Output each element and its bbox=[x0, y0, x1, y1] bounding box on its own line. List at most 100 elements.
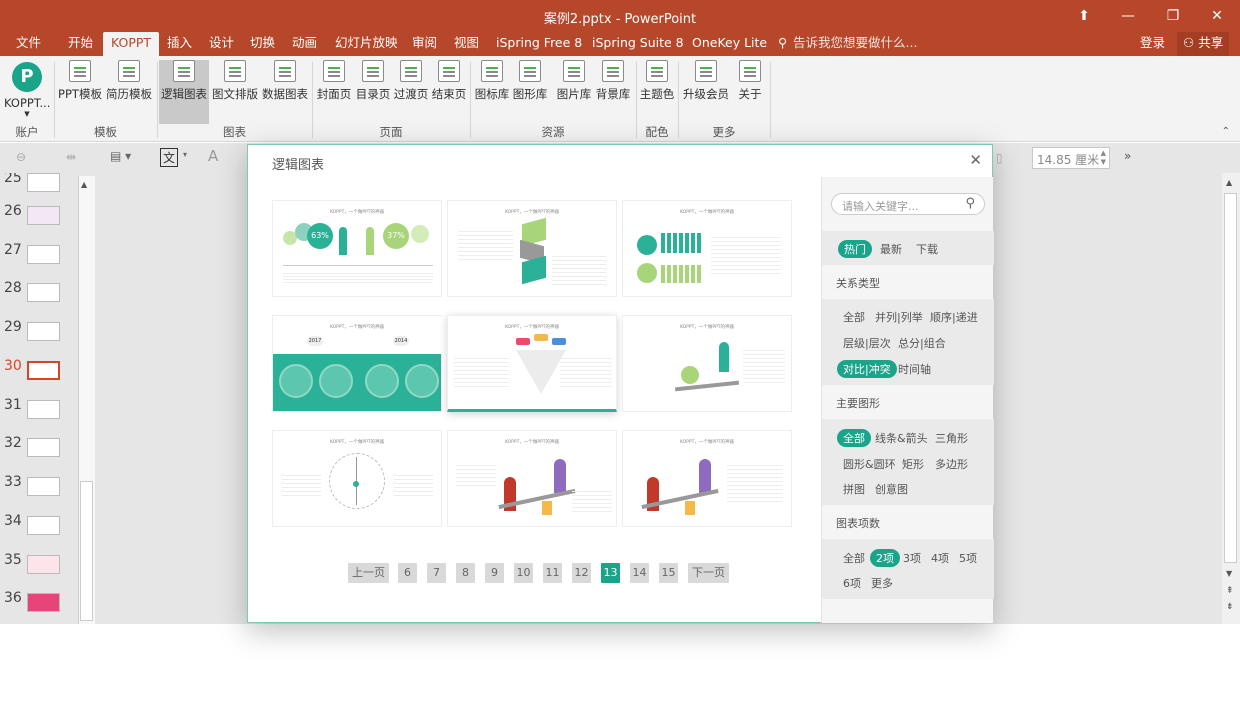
template-card[interactable]: KOPPT，一个做PPT的神器 bbox=[272, 430, 442, 527]
scroll-down-icon[interactable]: ▼ bbox=[1226, 569, 1232, 578]
shape-all[interactable]: 全部 bbox=[837, 429, 871, 447]
transition-page-button[interactable]: 过渡页 bbox=[392, 60, 430, 118]
layout-select-icon[interactable]: ▤ ▾ bbox=[110, 149, 131, 163]
lock-icon[interactable]: ⊖ bbox=[16, 150, 26, 164]
template-card[interactable]: KOPPT，一个做PPT的神器 bbox=[622, 200, 792, 297]
theme-color-button[interactable]: 主题色 bbox=[638, 60, 676, 118]
relation-sequence[interactable]: 顺序|递进 bbox=[930, 309, 978, 325]
end-page-button[interactable]: 结束页 bbox=[430, 60, 468, 118]
collapse-ribbon-icon[interactable]: ⌃ bbox=[1222, 126, 1230, 137]
tab-transitions[interactable]: 切换 bbox=[250, 32, 275, 56]
upgrade-member-button[interactable]: 升级会员 bbox=[681, 60, 731, 118]
shape-library-button[interactable]: 图形库 bbox=[511, 60, 549, 118]
shape-line-arrow[interactable]: 线条&箭头 bbox=[875, 430, 928, 446]
ribbon-display-icon[interactable]: ⬆ bbox=[1071, 4, 1097, 28]
shape-triangle[interactable]: 三角形 bbox=[935, 430, 968, 446]
sort-download[interactable]: 下载 bbox=[916, 241, 938, 257]
tab-file[interactable]: 文件 bbox=[16, 32, 41, 56]
scroll-thumb[interactable] bbox=[80, 481, 93, 621]
font-color-icon[interactable]: A bbox=[208, 147, 218, 165]
template-card-hover[interactable]: KOPPT，一个做PPT的神器 bbox=[447, 315, 617, 412]
template-card[interactable]: KOPPT，一个做PPT的神器 bbox=[447, 200, 617, 297]
next-slide-icon[interactable]: ⇟ bbox=[1226, 602, 1234, 612]
prev-slide-icon[interactable]: ⇞ bbox=[1226, 586, 1234, 596]
next-page-button[interactable]: 下一页 bbox=[688, 563, 729, 583]
relation-timeline[interactable]: 时间轴 bbox=[898, 361, 931, 377]
count-more[interactable]: 更多 bbox=[871, 575, 893, 591]
tab-home[interactable]: 开始 bbox=[68, 32, 93, 56]
relation-total[interactable]: 总分|组合 bbox=[898, 335, 946, 351]
shape-circle[interactable]: 圆形&圆环 bbox=[843, 456, 896, 472]
template-card[interactable]: KOPPT，一个做PPT的神器 2017 2014 bbox=[272, 315, 443, 412]
about-button[interactable]: 关于 bbox=[736, 60, 764, 118]
toc-page-button[interactable]: 目录页 bbox=[354, 60, 392, 118]
relation-hierarchy[interactable]: 层级|层次 bbox=[843, 335, 891, 351]
position-icon[interactable]: ▯ bbox=[996, 151, 1003, 165]
thumbnail-scrollbar[interactable]: ▲ bbox=[78, 176, 95, 624]
relation-parallel[interactable]: 并列|列举 bbox=[875, 309, 923, 325]
tab-view[interactable]: 视图 bbox=[454, 32, 479, 56]
logic-chart-button[interactable]: 逻辑图表 bbox=[159, 60, 209, 124]
image-library-button[interactable]: 图片库 bbox=[555, 60, 593, 118]
template-card[interactable]: KOPPT，一个做PPT的神器 63% 37% bbox=[272, 200, 442, 297]
page-button[interactable]: 14 bbox=[630, 563, 649, 583]
resume-template-button[interactable]: 简历模板 bbox=[105, 60, 153, 118]
sort-latest[interactable]: 最新 bbox=[880, 241, 902, 257]
layout-button[interactable]: 图文排版 bbox=[211, 60, 259, 118]
restore-button[interactable]: ❐ bbox=[1160, 4, 1186, 28]
template-card[interactable]: KOPPT，一个做PPT的神器 bbox=[622, 430, 792, 527]
relation-all[interactable]: 全部 bbox=[843, 309, 865, 325]
minimize-button[interactable]: — bbox=[1115, 4, 1141, 28]
scroll-thumb[interactable] bbox=[1224, 193, 1237, 563]
page-button[interactable]: 15 bbox=[659, 563, 678, 583]
count-6[interactable]: 6项 bbox=[843, 575, 861, 591]
template-card[interactable]: KOPPT，一个做PPT的神器 bbox=[622, 315, 792, 412]
sign-in-link[interactable]: 登录 bbox=[1140, 32, 1165, 56]
template-card[interactable]: KOPPT，一个做PPT的神器 bbox=[447, 430, 617, 527]
tab-ispring-suite[interactable]: iSpring Suite 8 bbox=[592, 32, 684, 56]
scroll-up-icon[interactable]: ▲ bbox=[81, 180, 87, 189]
shape-rect[interactable]: 矩形 bbox=[902, 456, 924, 472]
page-button[interactable]: 7 bbox=[427, 563, 446, 583]
count-3[interactable]: 3项 bbox=[903, 550, 921, 566]
shape-creative[interactable]: 创意图 bbox=[875, 481, 908, 497]
align-icon[interactable]: ⇹ bbox=[66, 150, 76, 164]
tab-design[interactable]: 设计 bbox=[209, 32, 234, 56]
tab-ispring-free[interactable]: iSpring Free 8 bbox=[496, 32, 582, 56]
tab-slideshow[interactable]: 幻灯片放映 bbox=[335, 32, 398, 56]
sort-hot[interactable]: 热门 bbox=[838, 240, 872, 258]
page-button[interactable]: 9 bbox=[485, 563, 504, 583]
prev-page-button[interactable]: 上一页 bbox=[348, 563, 389, 583]
tab-koppt[interactable]: KOPPT bbox=[103, 32, 160, 56]
ppt-template-button[interactable]: PPT模板 bbox=[58, 60, 102, 118]
cover-page-button[interactable]: 封面页 bbox=[315, 60, 353, 118]
count-5[interactable]: 5项 bbox=[959, 550, 977, 566]
tab-animations[interactable]: 动画 bbox=[292, 32, 317, 56]
count-2[interactable]: 2项 bbox=[870, 549, 900, 567]
search-icon[interactable]: ⚲ bbox=[965, 196, 975, 211]
vertical-scrollbar[interactable]: ▲ ▼ ⇞ ⇟ bbox=[1222, 173, 1240, 624]
width-input[interactable]: 14.85 厘米 ▲ ▼ bbox=[1032, 147, 1110, 169]
spinner-icon[interactable]: ▲ ▼ bbox=[1101, 149, 1106, 167]
page-button[interactable]: 10 bbox=[514, 563, 533, 583]
page-button-current[interactable]: 13 bbox=[601, 563, 620, 583]
data-chart-button[interactable]: 数据图表 bbox=[261, 60, 309, 118]
page-button[interactable]: 6 bbox=[398, 563, 417, 583]
tell-me-input[interactable]: 告诉我您想要做什么... bbox=[793, 32, 917, 56]
koppt-account-button[interactable]: P KOPPT... ▼ bbox=[4, 60, 50, 118]
chevron-down-icon[interactable]: ▾ bbox=[183, 150, 187, 159]
count-4[interactable]: 4项 bbox=[931, 550, 949, 566]
background-library-button[interactable]: 背景库 bbox=[594, 60, 632, 118]
icon-library-button[interactable]: 图标库 bbox=[473, 60, 511, 118]
shape-puzzle[interactable]: 拼图 bbox=[843, 481, 865, 497]
shape-polygon[interactable]: 多边形 bbox=[935, 456, 968, 472]
text-direction-icon[interactable]: 文 bbox=[160, 148, 179, 167]
tab-review[interactable]: 审阅 bbox=[412, 32, 437, 56]
scroll-up-icon[interactable]: ▲ bbox=[1226, 178, 1232, 187]
tab-onekey[interactable]: OneKey Lite bbox=[692, 32, 767, 56]
tab-insert[interactable]: 插入 bbox=[167, 32, 192, 56]
tell-me-icon[interactable]: ⚲ bbox=[778, 32, 787, 56]
page-button[interactable]: 11 bbox=[543, 563, 562, 583]
close-icon[interactable]: ✕ bbox=[969, 151, 982, 169]
count-all[interactable]: 全部 bbox=[843, 550, 865, 566]
